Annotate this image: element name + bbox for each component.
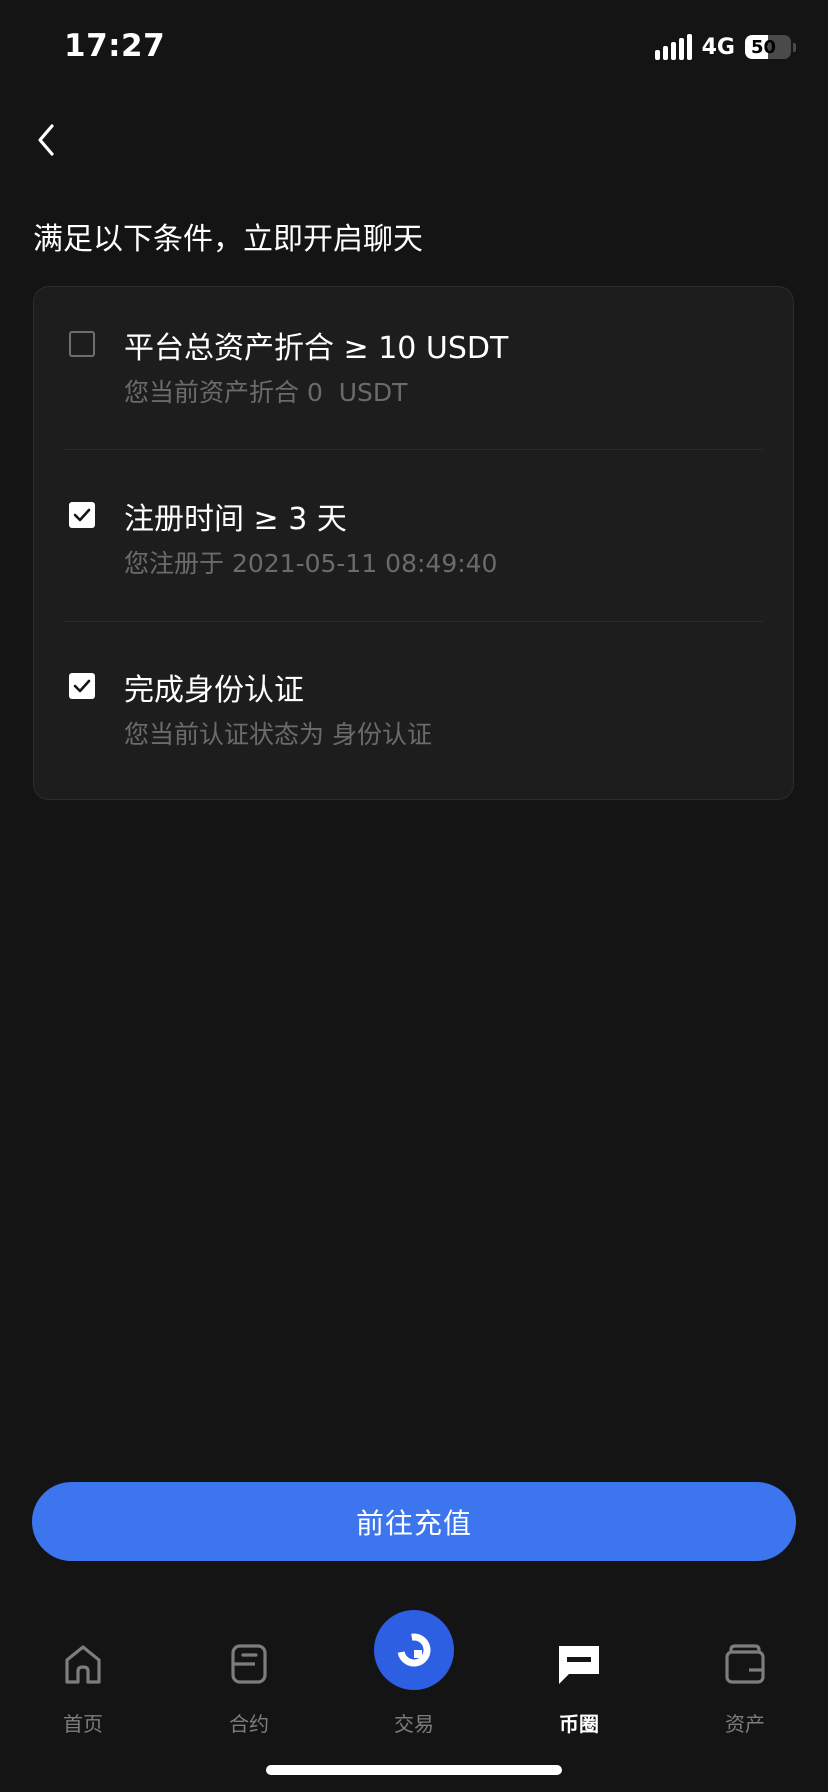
divider (64, 449, 763, 450)
wallet-icon (725, 1644, 765, 1684)
deposit-button[interactable]: 前往充值 (32, 1482, 796, 1561)
tab-label: 币圈 (559, 1712, 599, 1736)
tab-label: 首页 (63, 1712, 103, 1736)
check-icon (73, 508, 91, 522)
condition-title: 完成身份认证 (124, 673, 304, 708)
battery-tip (793, 42, 796, 52)
contract-icon (231, 1644, 267, 1684)
identity-checkbox (69, 673, 95, 699)
tab-label: 交易 (394, 1712, 434, 1736)
check-icon (73, 679, 91, 693)
condition-item-asset: 平台总资产折合 ≥ 10 USDT 您当前资产折合 0 USDT (34, 287, 793, 459)
tab-assets[interactable]: 资产 (685, 1600, 805, 1736)
tab-contract[interactable]: 合约 (189, 1600, 309, 1736)
battery-level: 50 (751, 36, 777, 58)
tab-label: 合约 (229, 1712, 269, 1736)
condition-item-registration: 注册时间 ≥ 3 天 您注册于 2021-05-11 08:49:40 (34, 458, 793, 630)
home-icon (65, 1645, 101, 1684)
tab-home[interactable]: 首页 (23, 1600, 143, 1736)
status-indicators: 4G 50 (654, 34, 796, 60)
condition-detail: 您当前认证状态为 身份认证 (124, 720, 432, 749)
condition-detail: 您注册于 2021-05-11 08:49:40 (124, 549, 498, 578)
condition-title: 平台总资产折合 ≥ 10 USDT (124, 331, 509, 366)
network-type: 4G (701, 34, 735, 60)
tab-trade[interactable]: 交易 (354, 1600, 474, 1736)
condition-item-identity: 完成身份认证 您当前认证状态为 身份认证 (34, 629, 793, 801)
tab-bar: 首页 合约 交易 币圈 资产 (0, 1600, 828, 1736)
battery-icon: 50 (745, 35, 791, 59)
tab-circle[interactable]: 币圈 (519, 1600, 639, 1736)
conditions-card: 平台总资产折合 ≥ 10 USDT 您当前资产折合 0 USDT 注册时间 ≥ … (33, 286, 794, 800)
home-indicator[interactable] (266, 1765, 562, 1775)
page-title: 满足以下条件，立即开启聊天 (33, 222, 423, 257)
chat-icon (559, 1646, 599, 1684)
condition-detail: 您当前资产折合 0 USDT (124, 378, 408, 407)
status-time: 17:27 (64, 28, 166, 64)
divider (64, 621, 763, 622)
condition-title: 注册时间 ≥ 3 天 (124, 502, 347, 537)
asset-checkbox (69, 331, 95, 357)
trade-circle (374, 1610, 454, 1690)
tab-label: 资产 (725, 1712, 765, 1736)
signal-icon (654, 34, 692, 60)
chevron-left-icon (38, 124, 54, 156)
status-bar: 17:27 4G 50 (0, 0, 828, 100)
registration-checkbox (69, 502, 95, 528)
trade-icon (397, 1633, 431, 1667)
back-button[interactable] (26, 118, 66, 162)
